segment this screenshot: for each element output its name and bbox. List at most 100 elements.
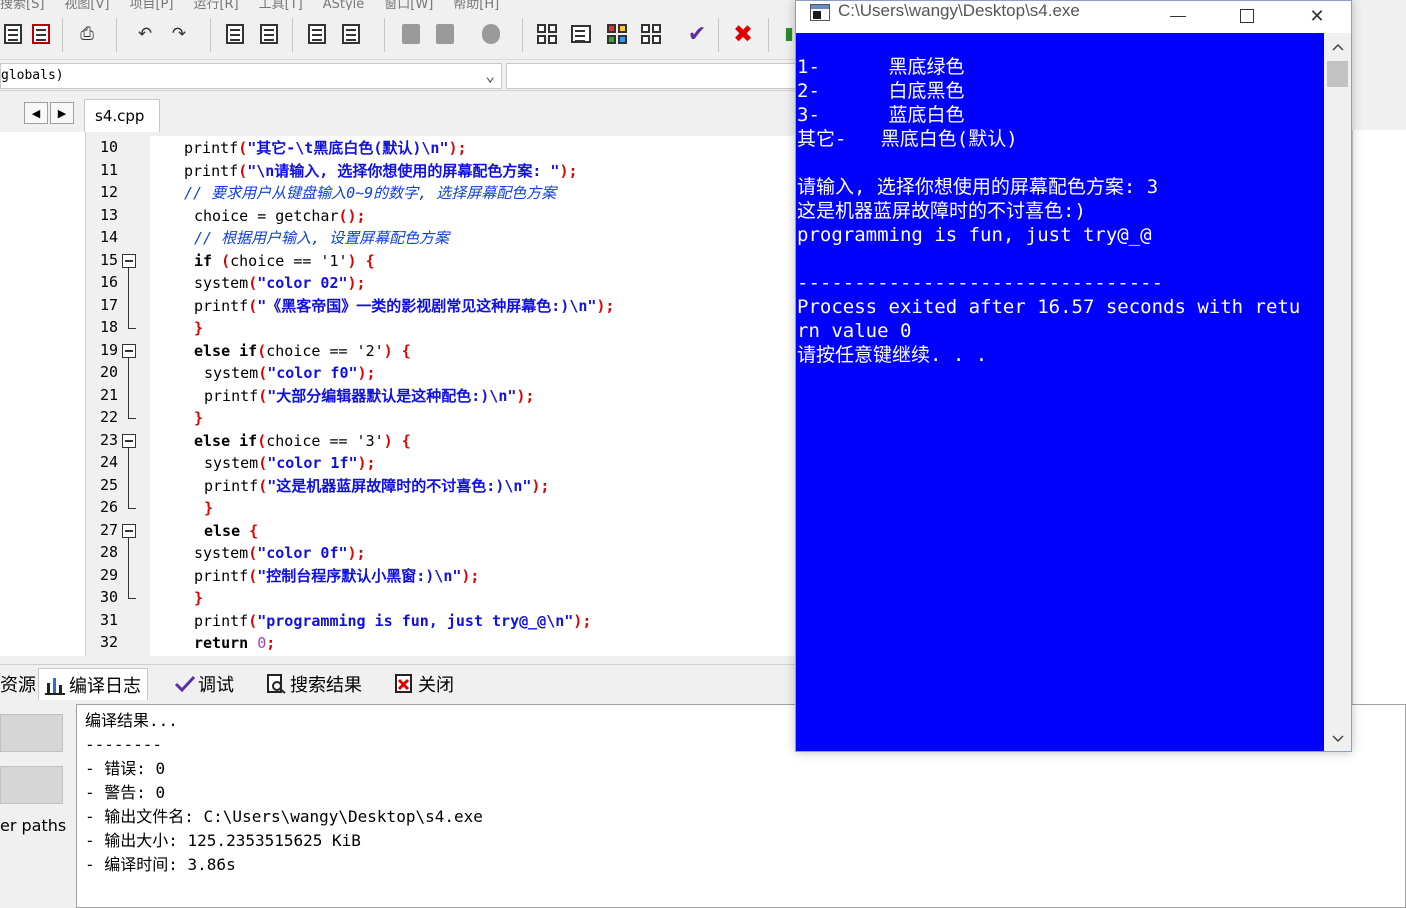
fold-end-marker	[128, 598, 136, 599]
tab-search-results[interactable]: 搜索结果	[266, 668, 362, 700]
menu-item[interactable]: 运行[R]	[193, 0, 238, 10]
menu-item[interactable]: 项目[P]	[129, 0, 173, 10]
code-line: }	[194, 318, 203, 340]
minimize-button[interactable]	[1155, 1, 1201, 31]
fold-toggle-icon[interactable]	[122, 523, 136, 538]
code-token: choice == '1'	[230, 251, 348, 270]
menu-item[interactable]: 视图[V]	[64, 0, 109, 10]
code-token: "《黑客帝国》一类的影视剧常见这种屏幕色:)\n"	[257, 296, 597, 315]
console-scrollbar[interactable]	[1324, 33, 1351, 751]
console-line: 2- 白底黑色	[797, 80, 965, 102]
minimize-icon	[1170, 15, 1186, 17]
code-token: "控制台程序默认小黑窗:)\n"	[257, 566, 462, 585]
code-token: );	[573, 611, 592, 630]
tab-compile-log[interactable]: 编译日志	[38, 668, 148, 700]
compile-button[interactable]	[0, 714, 63, 752]
stop-button[interactable]	[0, 766, 63, 804]
chevron-down-icon[interactable]: ⌄	[485, 66, 495, 85]
code-token: (	[248, 566, 258, 585]
menu-item[interactable]: 搜索[S]	[0, 0, 44, 10]
code-token: );	[596, 296, 615, 315]
code-token: "其它-\t黑底白色(默认)\n"	[247, 139, 449, 157]
run-icon[interactable]	[568, 21, 594, 47]
code-token: printf	[194, 296, 249, 315]
tab-s4-cpp[interactable]: s4.cpp	[84, 99, 160, 132]
check-icon	[174, 674, 196, 694]
console-line: programming is fun, just try@_@	[797, 224, 1152, 246]
menu-item[interactable]: AStyle	[323, 0, 365, 10]
find-icon[interactable]	[222, 21, 248, 47]
fold-toggle-icon[interactable]	[122, 343, 136, 358]
line-number: 17	[99, 295, 118, 314]
redo-icon[interactable]: ↷	[166, 21, 192, 47]
toggle-bookmark-icon[interactable]	[478, 21, 504, 47]
line-number-gutter: 10 11 12 13 14 15 16 17 18 19 20 21 22 23 24 25 26 27 28 29…	[88, 136, 148, 656]
line-number: 10	[99, 138, 118, 156]
scroll-thumb[interactable]	[1327, 61, 1348, 87]
compile-run-icon[interactable]	[604, 21, 630, 47]
line-number: 29	[99, 565, 118, 584]
code-token: system	[204, 364, 259, 382]
unindent-icon[interactable]	[338, 21, 364, 47]
close-button[interactable]: ✕	[1294, 1, 1340, 31]
symbol-combo[interactable]	[506, 63, 806, 89]
code-line: printf("《黑客帝国》一类的影视剧常见这种屏幕色:)\n");	[194, 296, 614, 318]
code-line: // 根据用户输入, 设置屏幕配色方案	[194, 228, 449, 250]
tab-prev-button[interactable]: ◀	[24, 102, 48, 124]
close-all-icon[interactable]	[28, 21, 54, 47]
line-number: 23	[99, 430, 118, 449]
bookmark-next-icon[interactable]	[432, 21, 458, 47]
print-icon[interactable]: ⎙	[74, 21, 100, 47]
console-screen[interactable]: 1- 黑底绿色 2- 白底黑色 3- 蓝底白色 其它- 黑底白色(默认) 请输入, 选择…	[796, 33, 1324, 751]
menu-item[interactable]: 帮助[H]	[453, 0, 499, 10]
tab-resources[interactable]: 资源	[0, 668, 36, 700]
code-token: printf	[184, 139, 239, 157]
code-line: }	[194, 588, 203, 610]
menu-item[interactable]: 窗口[W]	[384, 0, 433, 10]
toolbar: ⎙ ↶ ↷ ✔ ✖ ▮	[0, 10, 800, 60]
fold-toggle-icon[interactable]	[122, 253, 136, 268]
scroll-down-arrow-icon[interactable]	[1324, 727, 1351, 751]
code-token: );	[516, 386, 535, 405]
tab-close[interactable]: 关闭	[394, 668, 454, 700]
bookmark-prev-icon[interactable]	[398, 21, 424, 47]
code-line: else if(choice == '3') {	[194, 431, 411, 453]
code-token: else if	[194, 341, 258, 360]
rebuild-icon[interactable]	[638, 21, 664, 47]
scroll-up-arrow-icon[interactable]	[1324, 35, 1351, 59]
stop-execution-icon[interactable]: ✖	[730, 20, 756, 48]
line-number: 28	[99, 543, 118, 561]
scope-combo[interactable]: globals) ⌄	[0, 63, 502, 89]
code-token: (	[258, 454, 268, 472]
project-pane	[0, 132, 86, 656]
line-number: 19	[99, 340, 118, 359]
search-doc-icon	[266, 674, 286, 694]
code-token: "color 02"	[257, 274, 348, 292]
console-line: 其它- 黑底白色(默认)	[797, 128, 1018, 150]
replace-icon[interactable]	[256, 21, 282, 47]
maximize-button[interactable]	[1224, 1, 1270, 31]
code-token: (	[258, 476, 268, 495]
code-token: );	[347, 544, 366, 562]
console-line: 1- 黑底绿色	[797, 56, 965, 78]
check-syntax-icon[interactable]: ✔	[684, 21, 710, 47]
code-token: (	[248, 296, 258, 315]
menu-item[interactable]: 工具[T]	[259, 0, 303, 10]
undo-icon[interactable]: ↶	[132, 21, 158, 47]
code-line: }	[194, 408, 203, 430]
new-project-icon[interactable]	[0, 21, 26, 47]
code-token: (	[238, 139, 248, 157]
tab-debug[interactable]: 调试	[174, 668, 234, 700]
code-token: }	[194, 319, 204, 337]
fold-toggle-icon[interactable]	[122, 433, 136, 448]
indent-icon[interactable]	[304, 21, 330, 47]
code-editor[interactable]: printf("其它-\t黑底白色(默认)\n"); printf("\n请输入,…	[150, 136, 800, 656]
compile-icon[interactable]	[534, 21, 560, 47]
console-titlebar[interactable]: C:\Users\wangy\Desktop\s4.exe ✕	[796, 1, 1351, 33]
line-number: 11	[99, 160, 118, 179]
compile-options-pane: er paths	[0, 704, 74, 908]
console-window[interactable]: C:\Users\wangy\Desktop\s4.exe ✕ 1- 黑底绿色 2…	[795, 0, 1352, 752]
code-token: // 根据用户输入, 设置屏幕配色方案	[194, 229, 450, 247]
tab-next-button[interactable]: ▶	[50, 102, 74, 124]
code-token: if	[194, 251, 222, 270]
